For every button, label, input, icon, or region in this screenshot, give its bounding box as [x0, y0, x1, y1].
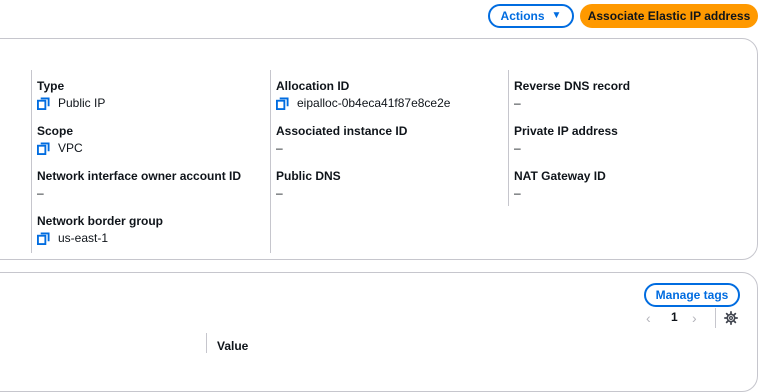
field-type: Type Public IP — [37, 78, 105, 111]
field-label: Type — [37, 79, 65, 93]
field-associated-instance: Associated instance ID – — [276, 123, 407, 156]
field-label: Private IP address — [514, 124, 618, 138]
field-value: – — [37, 186, 44, 200]
actions-button[interactable]: Actions ▼ — [488, 4, 574, 28]
field-owner-account: Network interface owner account ID – — [37, 168, 241, 201]
copy-icon[interactable] — [276, 96, 289, 110]
pagination-page-number[interactable]: 1 — [671, 310, 678, 324]
field-value: – — [276, 186, 283, 200]
field-value: – — [276, 141, 283, 155]
field-private-ip: Private IP address – — [514, 123, 618, 156]
field-label: Public DNS — [276, 169, 341, 183]
field-value: Public IP — [58, 96, 106, 110]
pagination-prev[interactable]: ‹ — [646, 310, 651, 326]
field-scope: Scope VPC — [37, 123, 83, 156]
column-divider — [31, 70, 32, 253]
pagination-next[interactable]: › — [692, 310, 697, 326]
copy-icon[interactable] — [37, 231, 50, 245]
field-value: eipalloc-0b4eca41f87e8ce2e — [297, 96, 451, 110]
pagination-divider — [715, 308, 716, 328]
field-allocation-id: Allocation ID eipalloc-0b4eca41f87e8ce2e — [276, 78, 450, 111]
field-label: NAT Gateway ID — [514, 169, 606, 183]
manage-tags-button[interactable]: Manage tags — [644, 283, 740, 307]
field-border-group: Network border group us-east-1 — [37, 213, 163, 246]
column-header-value: Value — [217, 339, 249, 353]
actions-label: Actions — [500, 9, 545, 23]
copy-icon[interactable] — [37, 141, 50, 155]
copy-icon[interactable] — [37, 96, 50, 110]
field-reverse-dns: Reverse DNS record – — [514, 78, 630, 111]
field-label: Reverse DNS record — [514, 79, 631, 93]
field-value: – — [514, 141, 521, 155]
column-divider — [508, 70, 509, 206]
field-nat-gateway: NAT Gateway ID – — [514, 168, 606, 201]
field-value: – — [514, 186, 521, 200]
field-public-dns: Public DNS – — [276, 168, 341, 201]
field-label: Scope — [37, 124, 74, 138]
field-label: Associated instance ID — [276, 124, 408, 138]
column-header-divider — [206, 333, 207, 353]
column-divider — [270, 70, 271, 253]
field-label: Network border group — [37, 214, 164, 228]
caret-down-icon: ▼ — [551, 10, 562, 21]
field-label: Allocation ID — [276, 79, 350, 93]
field-label: Network interface owner account ID — [37, 169, 242, 183]
field-value: us-east-1 — [58, 231, 109, 245]
settings-gear-icon[interactable] — [724, 311, 738, 325]
field-value: – — [514, 96, 521, 110]
associate-elastic-ip-button[interactable]: Associate Elastic IP address — [580, 4, 758, 28]
field-value: VPC — [58, 141, 83, 155]
